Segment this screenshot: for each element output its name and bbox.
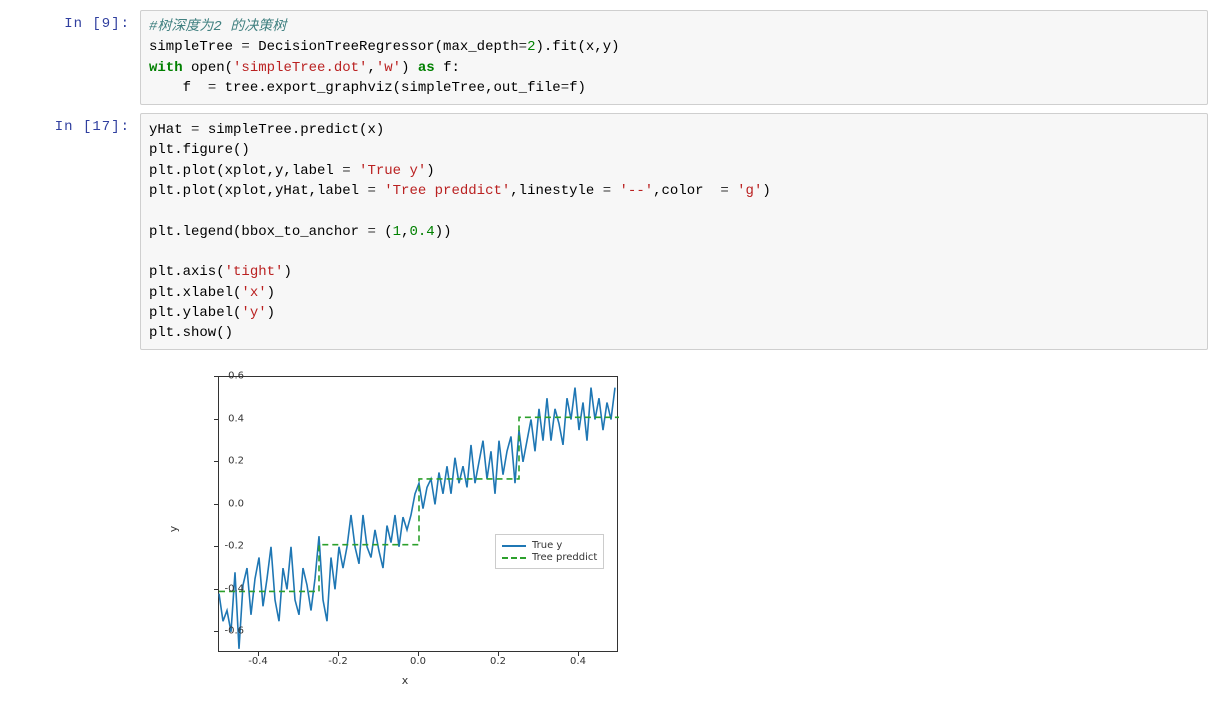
output-prompt	[0, 358, 140, 364]
code-input[interactable]: #树深度为2 的决策树simpleTree = DecisionTreeRegr…	[140, 10, 1208, 105]
code-cell: In [17]: yHat = simpleTree.predict(x)plt…	[0, 113, 1208, 350]
ytick-label: 0.6	[204, 371, 244, 382]
ylabel: y	[167, 526, 180, 533]
output-cell: y x True yTree preddict -0.6 -0.4 -0.2 0.0 0…	[0, 358, 1208, 694]
xtick-label: 0.4	[558, 656, 598, 667]
series-true-y	[219, 388, 615, 649]
matplotlib-figure: y x True yTree preddict -0.6 -0.4 -0.2 0.0 0…	[160, 364, 650, 694]
ytick-label: -0.6	[204, 626, 244, 637]
legend-line-icon	[502, 557, 526, 559]
input-prompt: In [9]:	[0, 10, 140, 32]
figure-output: y x True yTree preddict -0.6 -0.4 -0.2 0.0 0…	[140, 358, 1208, 694]
ytick-label: -0.4	[204, 583, 244, 594]
legend-label: True y	[532, 540, 562, 551]
legend-entry: Tree preddict	[502, 552, 597, 563]
code-input[interactable]: yHat = simpleTree.predict(x)plt.figure()…	[140, 113, 1208, 350]
input-prompt: In [17]:	[0, 113, 140, 135]
ytick-label: 0.0	[204, 498, 244, 509]
ytick-label: -0.2	[204, 541, 244, 552]
legend: True yTree preddict	[495, 534, 604, 569]
xtick-label: 0.0	[398, 656, 438, 667]
ytick-label: 0.4	[204, 413, 244, 424]
legend-line-icon	[502, 545, 526, 547]
legend-entry: True y	[502, 540, 597, 551]
axes	[218, 376, 618, 652]
plot-canvas	[219, 377, 619, 653]
xtick-label: -0.4	[238, 656, 278, 667]
xtick-label: 0.2	[478, 656, 518, 667]
ytick-label: 0.2	[204, 456, 244, 467]
xtick-label: -0.2	[318, 656, 358, 667]
legend-label: Tree preddict	[532, 552, 597, 563]
xlabel: x	[402, 674, 409, 687]
code-cell: In [9]: #树深度为2 的决策树simpleTree = Decision…	[0, 10, 1208, 105]
